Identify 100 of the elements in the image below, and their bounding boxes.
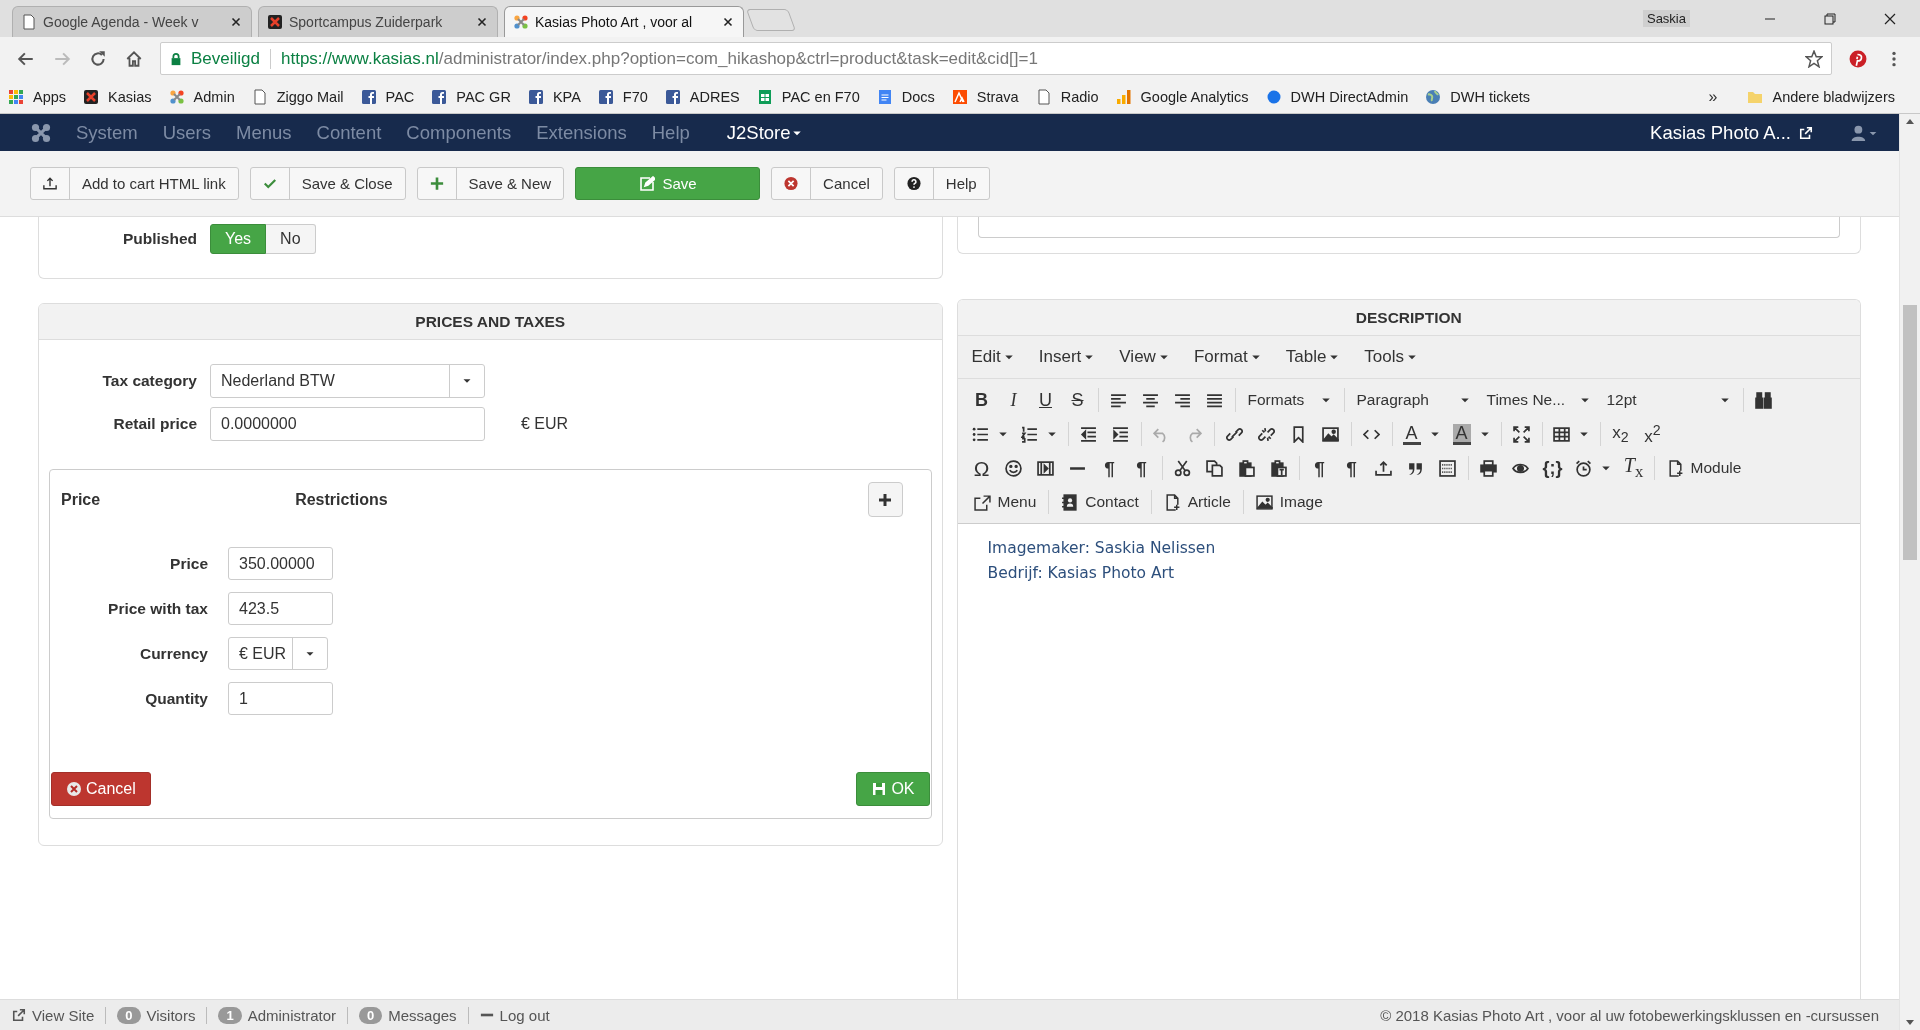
right-to-left-button[interactable]: ¶ bbox=[1125, 453, 1158, 483]
site-link[interactable]: Kasias Photo A... bbox=[1650, 121, 1791, 144]
bookmark[interactable]: Docs bbox=[876, 88, 935, 105]
reload-icon[interactable] bbox=[89, 49, 107, 68]
insert-button[interactable]: Menu bbox=[965, 487, 1045, 517]
bookmark[interactable]: Radio bbox=[1035, 88, 1099, 105]
scrollbar-thumb[interactable] bbox=[1903, 305, 1917, 560]
bookmark[interactable]: PAC GR bbox=[431, 88, 511, 105]
admin-menu-item[interactable]: Menus bbox=[236, 121, 292, 144]
restore-icon[interactable] bbox=[1822, 10, 1838, 27]
editor-dropdown[interactable]: 12pt bbox=[1598, 385, 1739, 415]
bookmark[interactable]: Ziggo Mail bbox=[251, 88, 344, 105]
bookmark[interactable]: Apps bbox=[8, 88, 67, 105]
bookmark[interactable]: KPA bbox=[527, 88, 581, 105]
input-field[interactable]: 350.00000 bbox=[228, 547, 333, 580]
browser-tab[interactable]: Sportcampus Zuiderpark bbox=[258, 6, 498, 37]
code-sample-button[interactable]: {;} bbox=[1536, 453, 1569, 483]
bookmark[interactable]: Admin bbox=[168, 88, 235, 105]
field-label: Currency bbox=[138, 644, 208, 663]
input-field[interactable]: 423.5 bbox=[228, 592, 333, 625]
user-menu-icon[interactable] bbox=[1849, 123, 1879, 142]
toolbar-button[interactable]: Add to cart HTML link bbox=[30, 167, 239, 200]
tax-category-select[interactable]: Nederland BTW bbox=[210, 364, 485, 398]
admin-menu-item[interactable]: Help bbox=[651, 121, 690, 144]
toolbar-button[interactable]: Save & Close bbox=[249, 167, 406, 200]
status-link[interactable]: View Site bbox=[12, 1006, 95, 1024]
add-button[interactable] bbox=[867, 482, 903, 517]
status-link[interactable]: 0 Messages bbox=[359, 1006, 457, 1024]
strikethrough-button[interactable]: S bbox=[1061, 385, 1094, 415]
bookmark[interactable]: PAC bbox=[360, 88, 415, 105]
paragraph-button[interactable]: ¶ bbox=[1335, 453, 1368, 483]
editor-text: Imagemaker: Saskia Nelissen bbox=[987, 538, 1217, 559]
admin-menu-item[interactable]: Extensions bbox=[536, 121, 627, 144]
close-icon[interactable] bbox=[229, 15, 243, 29]
editor-dropdown[interactable]: Formats bbox=[1239, 385, 1340, 415]
special-character-button[interactable]: Ω bbox=[965, 453, 998, 483]
clear-format-button[interactable]: T$_{x}$ bbox=[1617, 453, 1650, 483]
bookmark[interactable]: ADRES bbox=[664, 88, 740, 105]
address-field[interactable]: Beveiligd https://www.kasias.nl/administrator/index.php?option=com_hikashop&ctrl=product&task=edit&cid[]=1 bbox=[160, 42, 1832, 75]
status-link[interactable]: 0 Visitors bbox=[117, 1006, 196, 1024]
admin-menu-item[interactable]: Users bbox=[162, 121, 211, 144]
editor-menu[interactable]: Insert bbox=[1038, 347, 1096, 367]
bookmark[interactable]: DWH DirectAdmin bbox=[1265, 88, 1409, 105]
admin-menu-item[interactable]: Components bbox=[406, 121, 512, 144]
editor-dropdown[interactable]: Times Ne... bbox=[1478, 385, 1599, 415]
close-icon[interactable] bbox=[475, 15, 489, 29]
editor-menu[interactable]: Edit bbox=[971, 347, 1015, 367]
status-link[interactable]: Log out bbox=[479, 1006, 550, 1024]
bookmark[interactable]: Strava bbox=[951, 88, 1019, 105]
insert-button[interactable]: Article bbox=[1155, 487, 1239, 517]
profile-name[interactable]: Saskia bbox=[1642, 10, 1690, 27]
underline-button[interactable]: U bbox=[1029, 385, 1062, 415]
bookmark[interactable]: F70 bbox=[597, 88, 648, 105]
admin-menu-item[interactable]: Content bbox=[316, 121, 382, 144]
pin-extension-icon[interactable] bbox=[1849, 49, 1867, 68]
retail-price-field[interactable]: 0.0000000 bbox=[210, 407, 485, 441]
select-field[interactable]: € EUR bbox=[228, 637, 328, 670]
toggle-option[interactable]: No bbox=[266, 224, 316, 254]
left-to-right-button[interactable]: ¶ bbox=[1093, 453, 1126, 483]
toolbar-button[interactable]: Save & New bbox=[416, 167, 565, 200]
editor-menu[interactable]: View bbox=[1119, 347, 1170, 367]
insert-button[interactable]: Image bbox=[1247, 487, 1331, 517]
insert-button[interactable]: Module bbox=[1658, 453, 1750, 483]
text-color-button[interactable]: A bbox=[1396, 419, 1447, 449]
cancel-button[interactable]: Cancel bbox=[51, 772, 151, 806]
input-field[interactable]: 1 bbox=[228, 682, 333, 715]
bold-button[interactable]: B bbox=[965, 385, 998, 415]
toolbar-button[interactable]: Help bbox=[893, 167, 990, 200]
star-icon[interactable] bbox=[1805, 49, 1823, 68]
close-icon[interactable] bbox=[721, 15, 735, 29]
toolbar-button[interactable]: Cancel bbox=[771, 167, 883, 200]
subscript-button[interactable]: x$_{2}$ bbox=[1604, 419, 1637, 449]
bookmark[interactable]: PAC en F70 bbox=[756, 88, 860, 105]
cut-icon bbox=[1174, 459, 1191, 477]
bookmark-folder[interactable]: Andere bladwijzers bbox=[1747, 88, 1895, 105]
paragraph-button[interactable]: ¶ bbox=[1303, 453, 1336, 483]
editor-menu[interactable]: Tools bbox=[1364, 347, 1419, 367]
bookmark[interactable]: Google Analytics bbox=[1115, 88, 1249, 105]
bookmark[interactable]: DWH tickets bbox=[1425, 88, 1530, 105]
superscript-button[interactable]: x$^{2}$ bbox=[1636, 419, 1669, 449]
admin-menu-item[interactable]: System bbox=[76, 121, 138, 144]
italic-button[interactable]: I bbox=[997, 385, 1030, 415]
editor-menu[interactable]: Format bbox=[1193, 347, 1262, 367]
numbered-list-icon bbox=[1020, 425, 1038, 443]
status-link[interactable]: 1 Administrator bbox=[218, 1006, 336, 1024]
browser-tab[interactable]: Google Agenda - Week v bbox=[12, 6, 252, 37]
browser-tab[interactable]: Kasias Photo Art , voor al bbox=[504, 6, 744, 37]
spreadsheet-icon bbox=[756, 88, 773, 105]
bookmark[interactable]: Kasias bbox=[83, 88, 152, 105]
background-color-button[interactable]: A bbox=[1446, 419, 1497, 449]
scrollbar[interactable] bbox=[1899, 114, 1920, 1030]
admin-menu-item[interactable]: J2Store bbox=[726, 121, 803, 144]
editor-dropdown[interactable]: Paragraph bbox=[1348, 385, 1479, 415]
more-bookmarks-button[interactable]: » bbox=[1708, 87, 1718, 106]
editor-menu[interactable]: Table bbox=[1285, 347, 1341, 367]
upload-icon bbox=[1375, 459, 1392, 477]
globe-icon bbox=[1425, 88, 1442, 105]
logo-icon[interactable] bbox=[30, 121, 52, 144]
home-icon[interactable] bbox=[125, 49, 143, 68]
insert-button[interactable]: Contact bbox=[1053, 487, 1147, 517]
